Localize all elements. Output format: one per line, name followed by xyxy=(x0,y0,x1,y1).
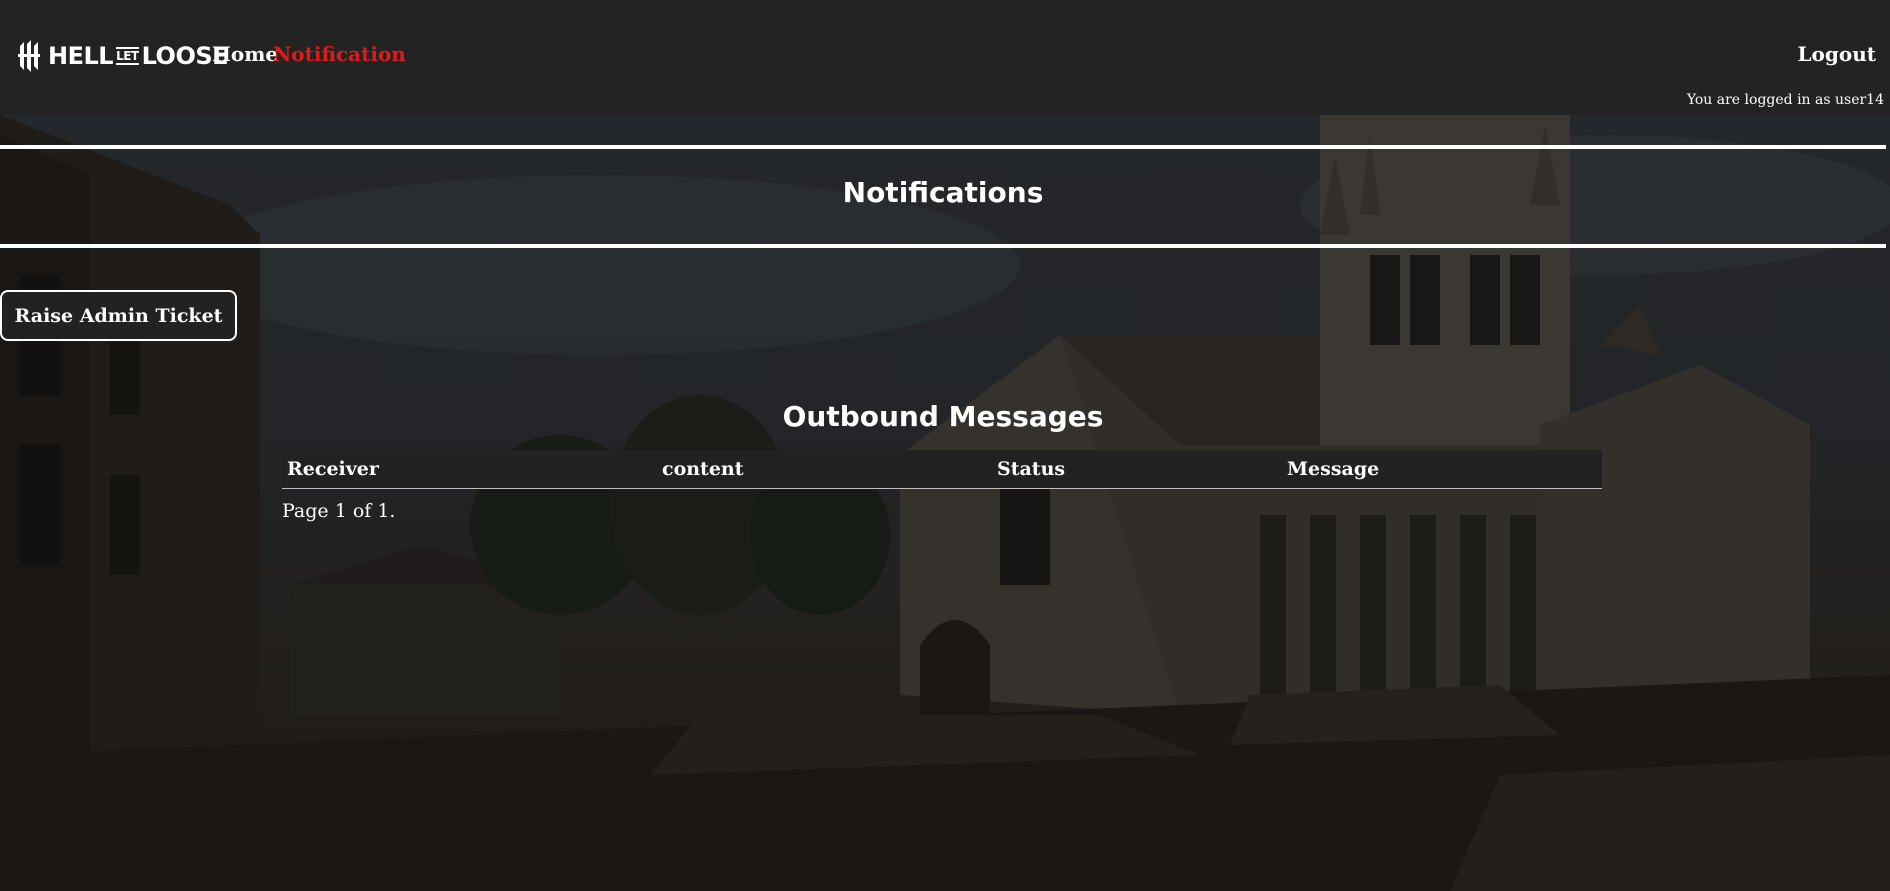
nav-home-link[interactable]: Home xyxy=(212,42,278,66)
column-header-receiver[interactable]: Receiver xyxy=(282,450,657,489)
title-divider-bottom xyxy=(0,244,1886,248)
outbound-messages-heading: Outbound Messages xyxy=(782,400,1104,433)
pagination-text: Page 1 of 1. xyxy=(282,500,396,522)
logo-mark-icon xyxy=(18,40,40,72)
outbound-messages-table: Receiver content Status Message xyxy=(282,450,1602,489)
logo-word-hell: HELL xyxy=(48,42,114,70)
table-header-row: Receiver content Status Message xyxy=(282,450,1602,489)
brand-logo[interactable]: HELL LET LOOSE xyxy=(18,40,229,72)
page: HELL LET LOOSE Home Notification Logout … xyxy=(0,0,1890,891)
login-status-text: You are logged in as user14 xyxy=(1686,92,1884,108)
column-header-content[interactable]: content xyxy=(657,450,992,489)
column-header-message[interactable]: Message xyxy=(1282,450,1602,489)
nav-notification-link[interactable]: Notification xyxy=(273,42,406,66)
column-header-status[interactable]: Status xyxy=(992,450,1282,489)
logo-word-let: LET xyxy=(116,47,139,65)
raise-admin-ticket-button[interactable]: Raise Admin Ticket xyxy=(0,290,237,341)
page-title: Notifications xyxy=(842,176,1044,209)
title-divider-top xyxy=(0,145,1886,149)
top-navbar: HELL LET LOOSE Home Notification Logout … xyxy=(0,0,1890,115)
logout-link[interactable]: Logout xyxy=(1797,42,1876,66)
logo-wordmark: HELL LET LOOSE xyxy=(48,42,229,70)
